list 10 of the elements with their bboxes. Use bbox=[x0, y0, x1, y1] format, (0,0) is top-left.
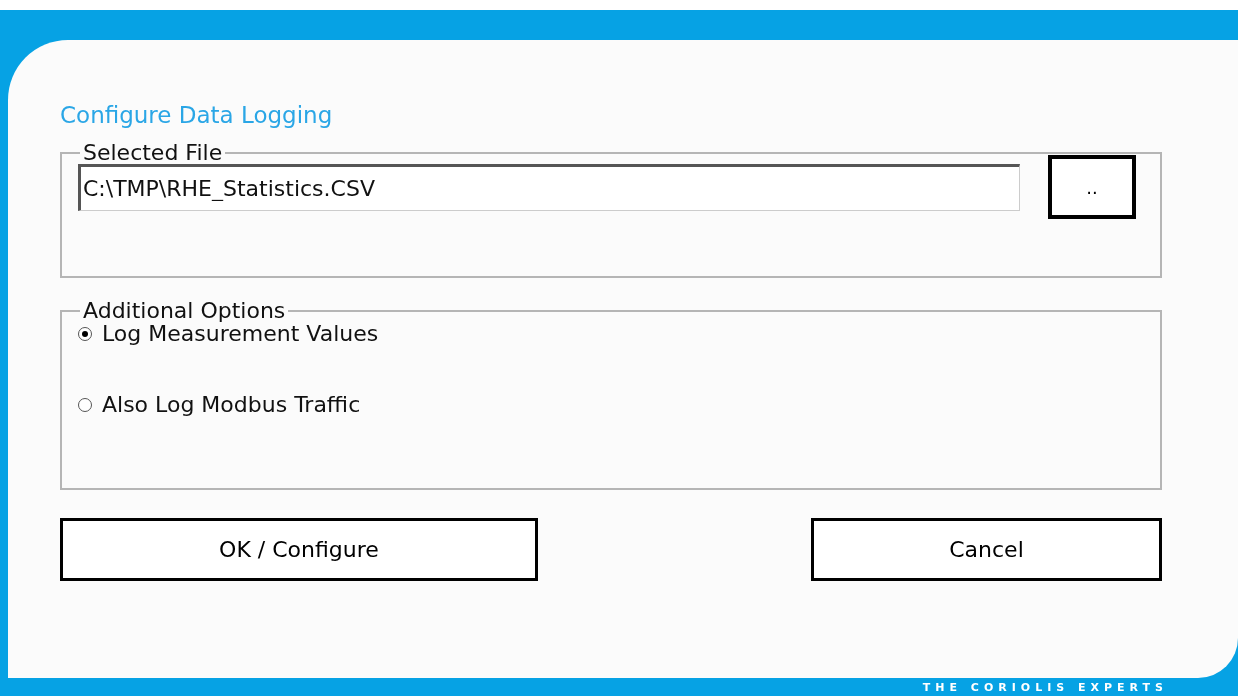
browse-button[interactable]: .. bbox=[1048, 155, 1136, 219]
ok-button[interactable]: OK / Configure bbox=[60, 518, 538, 581]
group-label: Additional Options bbox=[82, 297, 287, 325]
radio-button[interactable] bbox=[78, 326, 92, 341]
brand-tagline: THE CORIOLIS EXPERTS bbox=[922, 679, 1168, 696]
radio-button[interactable] bbox=[78, 397, 92, 412]
cancel-button[interactable]: Cancel bbox=[811, 518, 1162, 581]
radio-option[interactable]: Also Log Modbus Traffic bbox=[78, 388, 1144, 421]
file-path-field[interactable]: C:\TMP\RHE_Statistics.CSV bbox=[78, 163, 1020, 211]
dialog-title: Configure Data Logging bbox=[60, 101, 334, 130]
